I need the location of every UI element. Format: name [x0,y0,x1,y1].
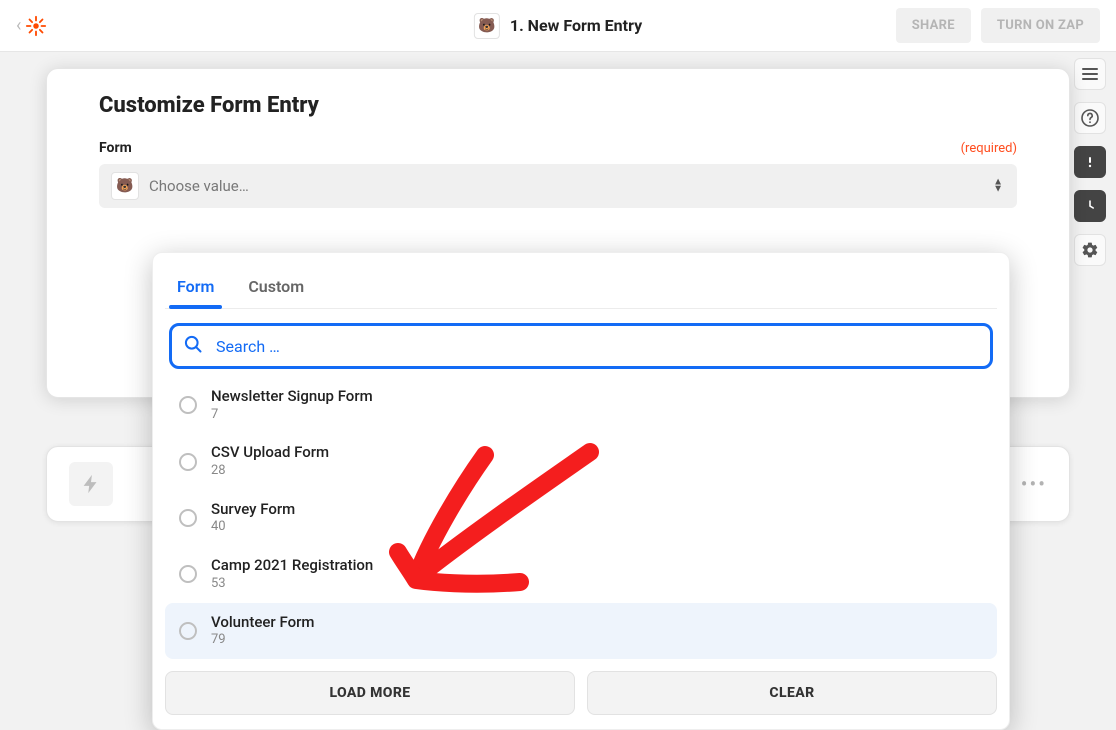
radio-icon [179,622,197,640]
option-label: Survey Form [211,500,295,520]
step-title: 🐻 1. New Form Entry [474,13,642,39]
zapier-logo-icon[interactable] [25,15,47,37]
more-icon[interactable]: ••• [1021,472,1047,496]
sort-icon: ▲▼ [993,180,1003,193]
required-label: (required) [961,141,1017,156]
field-label-form: Form [99,140,132,156]
option-label: Volunteer Form [211,613,314,633]
options-list: Newsletter Signup Form 7 CSV Upload Form… [165,377,997,659]
load-more-button[interactable]: LOAD MORE [165,671,575,715]
app-icon: 🐻 [474,13,500,39]
search-input[interactable] [169,323,993,369]
form-option[interactable]: Camp 2021 Registration 53 [165,546,997,602]
tab-custom[interactable]: Custom [244,269,308,308]
select-placeholder: Choose value… [149,177,249,195]
option-id: 7 [211,407,373,424]
radio-icon [179,396,197,414]
radio-icon [179,453,197,471]
form-option[interactable]: Volunteer Form 79 [165,603,997,659]
bolt-icon [69,462,113,506]
back-chevron-icon[interactable]: ‹ [16,17,21,35]
dropdown-tabs: Form Custom [165,265,997,309]
option-label: Camp 2021 Registration [211,556,373,576]
form-option[interactable]: CSV Upload Form 28 [165,433,997,489]
share-button[interactable]: SHARE [896,8,971,43]
option-id: 79 [211,632,314,649]
option-id: 53 [211,576,373,593]
radio-icon [179,509,197,527]
search-icon [183,334,203,358]
form-option[interactable]: Survey Form 40 [165,490,997,546]
turn-on-zap-button[interactable]: TURN ON ZAP [981,8,1100,43]
tab-form[interactable]: Form [173,269,218,308]
form-select[interactable]: 🐻 Choose value… ▲▼ [99,164,1017,208]
form-dropdown-popover: Form Custom Newsletter Signup Form 7 CSV… [152,252,1010,730]
option-label: CSV Upload Form [211,443,329,463]
option-id: 28 [211,463,329,480]
radio-icon [179,565,197,583]
option-id: 40 [211,519,295,536]
top-bar: ‹ 🐻 1. New Form Entry SHARE TURN ON ZAP [0,0,1116,52]
card-heading: Customize Form Entry [99,93,1017,118]
step-title-text: 1. New Form Entry [510,16,642,35]
clear-button[interactable]: CLEAR [587,671,997,715]
app-icon: 🐻 [111,172,139,200]
option-label: Newsletter Signup Form [211,387,373,407]
form-option[interactable]: Newsletter Signup Form 7 [165,377,997,433]
